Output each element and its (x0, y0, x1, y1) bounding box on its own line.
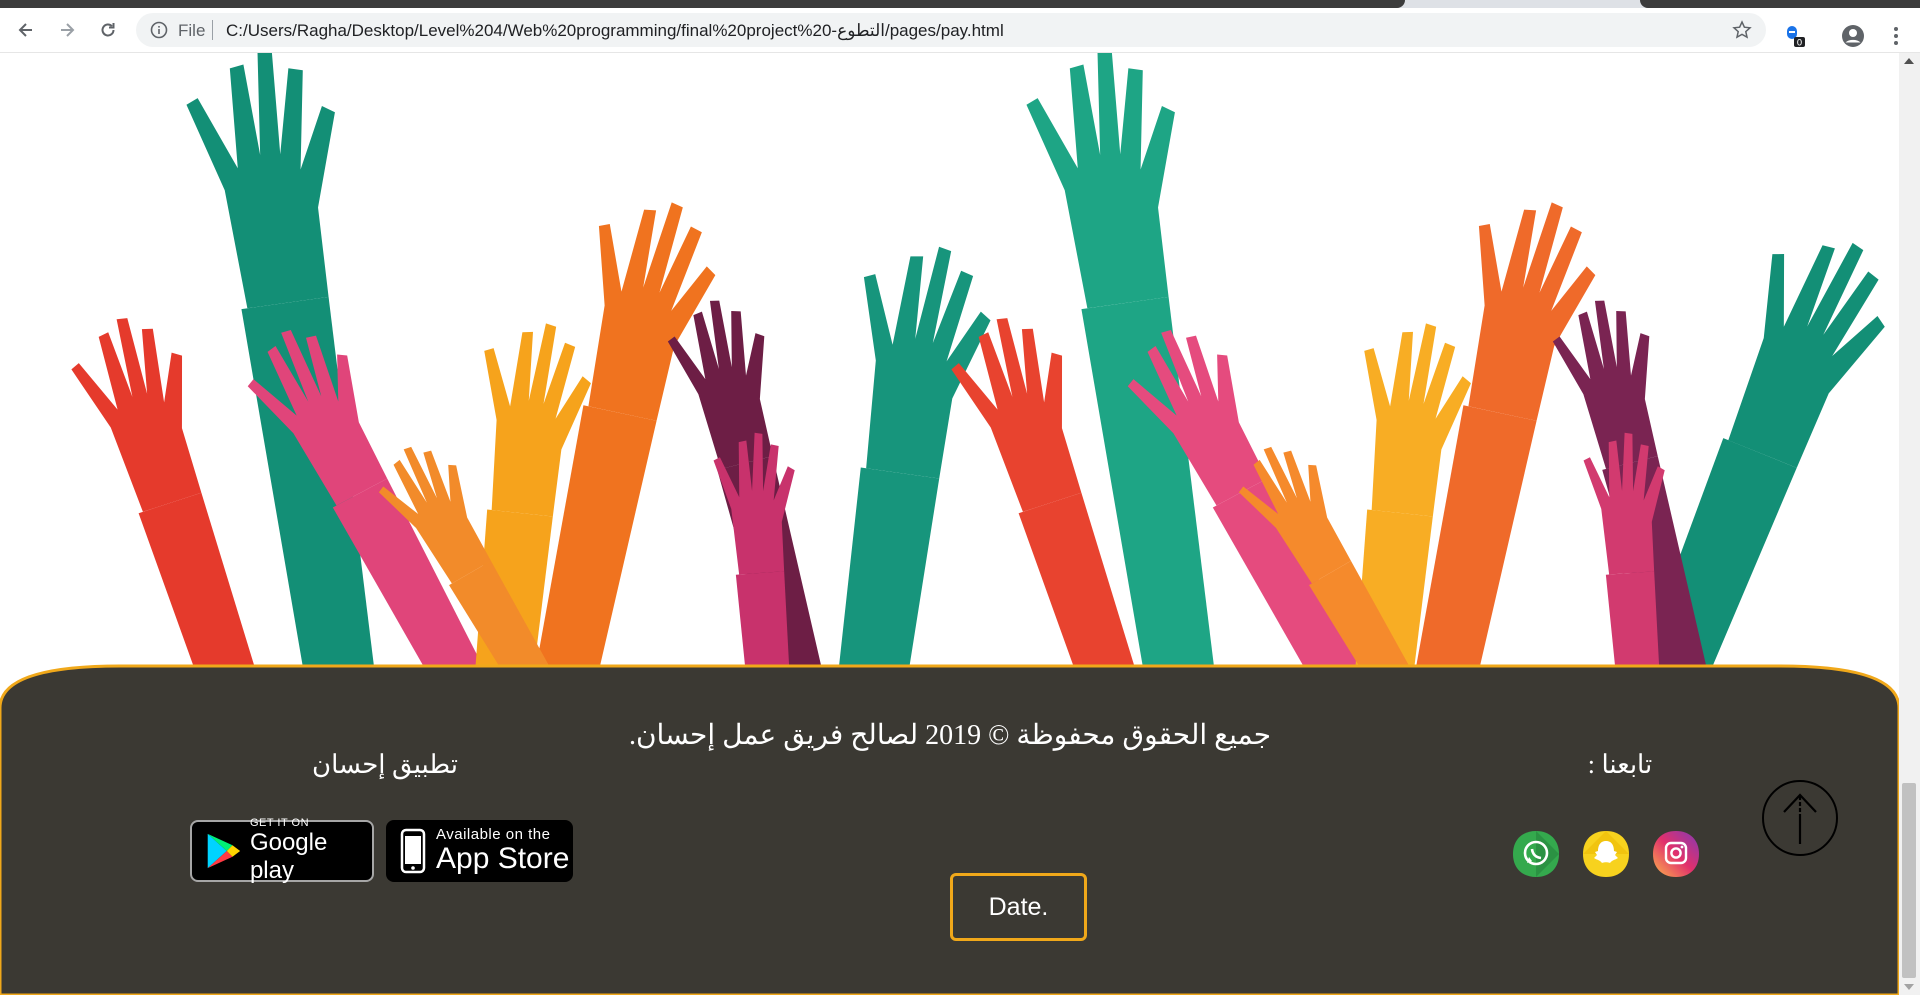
phone-icon (400, 828, 426, 874)
url-text[interactable]: C:/Users/Ragha/Desktop/Level%204/Web%20p… (226, 21, 1004, 41)
snapchat-icon[interactable] (1580, 828, 1632, 880)
back-to-top-button[interactable] (1760, 778, 1840, 858)
google-play-small-text: GET IT ON (249, 817, 310, 829)
file-label: File (178, 21, 206, 40)
page-viewport: جميع الحقوق محفوظة © 2019 لصالح فريق عمل… (0, 53, 1899, 995)
inactive-tab-area-right[interactable] (1640, 0, 1920, 8)
copyright-text: جميع الحقوق محفوظة © 2019 لصالح فريق عمل… (628, 720, 1272, 751)
date-button[interactable]: Date. (950, 873, 1087, 941)
instagram-icon[interactable] (1650, 828, 1702, 880)
vertical-scrollbar[interactable] (1899, 53, 1920, 995)
back-button[interactable] (10, 14, 42, 46)
address-bar[interactable]: File C:/Users/Ragha/Desktop/Level%204/We… (136, 13, 1766, 47)
google-play-big-text: Google play (249, 829, 328, 884)
google-play-badge[interactable]: GET IT ON Google play (190, 817, 374, 884)
forward-button[interactable] (51, 14, 83, 46)
bookmark-star-icon[interactable] (1732, 20, 1752, 40)
scrollbar-thumb[interactable] (1902, 783, 1916, 978)
extension-badge-count: 0 (1797, 39, 1803, 49)
app-store-small-text: Available on the (436, 826, 551, 843)
address-separator (212, 20, 213, 40)
info-icon[interactable] (150, 21, 168, 39)
scroll-down-arrow-icon[interactable] (1904, 984, 1914, 990)
whatsapp-icon[interactable] (1510, 828, 1562, 880)
scroll-up-arrow-icon[interactable] (1904, 58, 1914, 64)
forward-arrow-icon (61, 23, 75, 37)
browser-toolbar: File C:/Users/Ragha/Desktop/Level%204/We… (0, 8, 1920, 53)
google-play-icon (207, 833, 241, 869)
app-section-title: تطبيق إحسان (312, 750, 458, 779)
tab-strip (0, 0, 1920, 8)
profile-icon[interactable] (1841, 24, 1865, 48)
menu-kebab-icon[interactable] (1884, 24, 1908, 48)
follow-us-title: تابعنا : (1587, 750, 1653, 779)
reload-button[interactable] (92, 14, 124, 46)
app-store-badge[interactable]: Available on the App Store (386, 820, 573, 882)
inactive-tab-area[interactable] (0, 0, 1405, 8)
reload-icon (101, 23, 115, 37)
site-footer: جميع الحقوق محفوظة © 2019 لصالح فريق عمل… (0, 658, 1899, 995)
app-store-big-text: App Store (436, 842, 570, 875)
back-arrow-icon (18, 23, 32, 37)
arrow-up-icon (1783, 793, 1817, 844)
extension-icon[interactable]: 0 (1783, 24, 1807, 48)
raised-hands-illustration (60, 53, 1899, 693)
